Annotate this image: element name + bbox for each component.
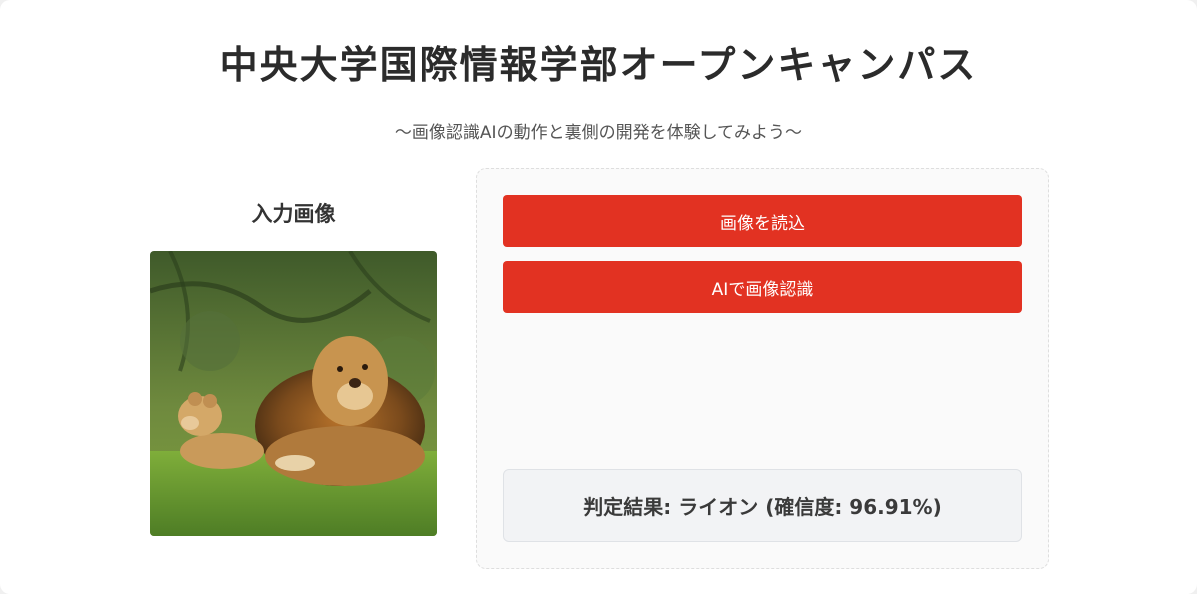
- input-image-heading: 入力画像: [251, 202, 336, 226]
- lion-photo-illustration: [150, 251, 437, 536]
- app-card: 中央大学国際情報学部オープンキャンパス 〜画像認識AIの動作と裏側の開発を体験し…: [0, 0, 1197, 594]
- input-image: [150, 251, 437, 536]
- load-image-button[interactable]: 画像を読込: [503, 195, 1022, 247]
- control-panel: 画像を読込 AIで画像認識 判定結果: ライオン (確信度: 96.91%): [476, 168, 1049, 569]
- page-title: 中央大学国際情報学部オープンキャンパス: [219, 43, 978, 87]
- result-text: 判定結果: ライオン (確信度: 96.91%): [583, 495, 942, 519]
- page-subtitle: 〜画像認識AIの動作と裏側の開発を体験してみよう〜: [394, 123, 803, 143]
- recognize-image-button[interactable]: AIで画像認識: [503, 261, 1022, 313]
- result-box: 判定結果: ライオン (確信度: 96.91%): [503, 469, 1022, 542]
